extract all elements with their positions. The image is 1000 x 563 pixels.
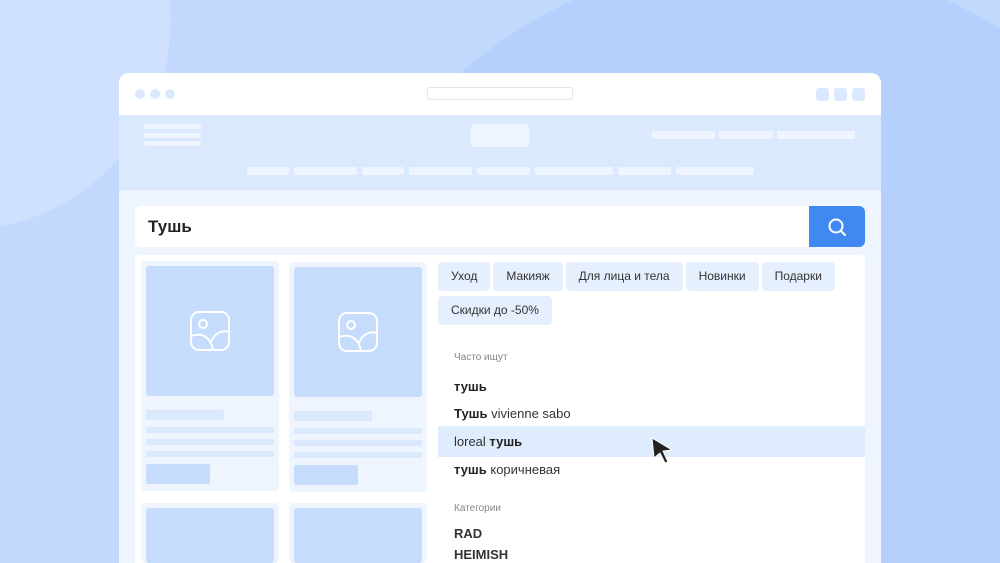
section-title: Часто ищут [454,352,508,363]
text-placeholder [294,452,422,458]
chip[interactable]: Новинки [685,262,759,291]
image-placeholder-icon [294,267,422,397]
chip[interactable]: Скидки до -50% [438,296,552,325]
product-card[interactable] [141,261,279,491]
header-link[interactable] [652,131,715,139]
title-placeholder [294,411,372,421]
image-placeholder-icon [146,266,274,396]
match: тушь [454,462,487,477]
nav-link[interactable] [535,167,613,175]
nav-link[interactable] [362,167,404,175]
section-title: Категории [454,503,501,514]
search-button[interactable] [809,206,865,247]
menu-icon[interactable] [144,124,201,129]
search-bar [135,206,865,247]
cursor-icon [651,437,674,464]
logo-placeholder[interactable] [471,124,529,147]
site-header [119,115,881,190]
window-control[interactable] [834,88,847,101]
address-bar[interactable] [427,87,573,100]
category-item[interactable]: RAD [438,520,865,547]
header-link[interactable] [777,131,855,139]
title-placeholder [146,410,224,420]
browser-titlebar [119,73,881,115]
text-placeholder [146,427,274,433]
chip[interactable]: Подарки [761,262,835,291]
text: коричневая [486,462,561,477]
text-placeholder [146,451,274,457]
header-link[interactable] [719,131,773,139]
window-dot[interactable] [135,89,145,99]
nav-link[interactable] [676,167,754,175]
window-control[interactable] [852,88,865,101]
button-placeholder[interactable] [294,465,358,485]
text-placeholder [294,428,422,434]
text: vivienne sabo [487,406,571,421]
nav-link[interactable] [477,167,530,175]
nav-link[interactable] [618,167,671,175]
nav-link[interactable] [247,167,289,175]
browser-window: УходМакияжДля лица и телаНовинкиПодарки С… [119,73,881,563]
search-input[interactable] [135,206,805,247]
window-dot[interactable] [150,89,160,99]
chip[interactable]: Макияж [493,262,563,291]
window-control[interactable] [816,88,829,101]
chip[interactable]: Уход [438,262,491,291]
match: тушь [454,379,487,394]
button-placeholder[interactable] [146,464,210,484]
window-dot[interactable] [165,89,175,99]
match: тушь [489,434,523,449]
search-icon [828,218,846,236]
nav-link[interactable] [294,167,357,175]
category-chips: Уход Макияж Для лица и тела Новинки Подарки С… [438,262,858,330]
text-placeholder [294,440,422,446]
chip[interactable]: Для лица и тела [565,262,683,291]
nav-link[interactable] [409,167,472,175]
image-placeholder-icon [146,508,274,563]
product-card[interactable] [289,503,427,563]
menu-icon [144,141,201,146]
product-card[interactable] [289,262,427,492]
text-placeholder [146,439,274,445]
category-item[interactable]: HEIMISH [438,547,865,563]
product-card[interactable] [141,503,279,563]
menu-icon [144,133,201,138]
suggestion-item[interactable]: Тушь vivienne sabo [438,398,865,429]
search-dropdown: Уход Макияж Для лица и тела Новинки Подарки С… [135,255,865,563]
image-placeholder-icon [294,508,422,563]
text: loreal [454,434,490,449]
match: Тушь [454,406,488,421]
